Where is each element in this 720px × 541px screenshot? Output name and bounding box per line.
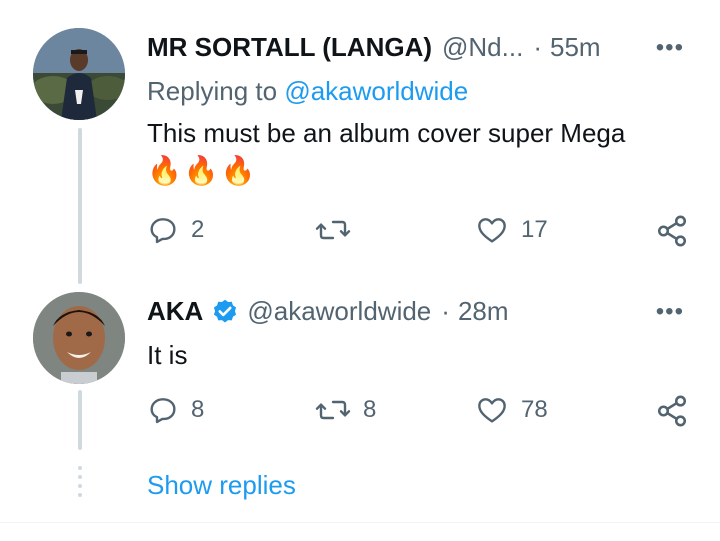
more-options-icon[interactable]: ••• (656, 298, 684, 326)
tweet-time[interactable]: 28m (458, 296, 509, 327)
tweet[interactable]: AKA @akaworldwide · 28m ••• It is 8 8 78 (0, 280, 720, 460)
tweet-header: MR SORTALL (LANGA) @Nd... · 55m (147, 32, 601, 63)
heart-icon (478, 398, 506, 423)
show-replies-link[interactable]: Show replies (147, 470, 296, 501)
share-icon (657, 395, 687, 427)
replying-label: Replying to (147, 76, 278, 106)
reply-icon (150, 218, 176, 244)
share-button[interactable] (655, 394, 689, 428)
separator-dot: · (441, 296, 450, 326)
reply-button[interactable]: 2 (147, 214, 204, 246)
author-handle[interactable]: @Nd... (442, 32, 523, 63)
tweet-text: This must be an album cover super Mega (147, 118, 626, 148)
tweet-header: AKA @akaworldwide · 28m (147, 296, 509, 327)
tweet-text: It is (147, 340, 188, 370)
retweet-count: 8 (363, 396, 377, 423)
reply-icon (150, 398, 176, 424)
reply-count: 2 (191, 216, 205, 243)
avatar[interactable] (33, 28, 125, 120)
verified-badge-icon (214, 299, 237, 322)
author-name[interactable]: AKA (147, 296, 203, 327)
replying-to-mention[interactable]: @akaworldwide (284, 76, 468, 106)
author-name[interactable]: MR SORTALL (LANGA) (147, 32, 432, 63)
retweet-icon (315, 220, 351, 240)
like-count: 78 (521, 396, 548, 423)
share-icon (657, 215, 687, 247)
more-options-icon[interactable]: ••• (656, 34, 684, 62)
tweet-time[interactable]: 55m (550, 32, 601, 63)
retweet-icon (315, 400, 351, 420)
reply-count: 8 (191, 396, 205, 423)
heart-icon (478, 218, 506, 243)
like-button[interactable]: 78 (475, 394, 548, 426)
reply-button[interactable]: 8 (147, 394, 204, 426)
tweet-actions: 2 17 (147, 214, 697, 254)
like-button[interactable]: 17 (475, 214, 548, 246)
tweet-actions: 8 8 78 (147, 394, 697, 434)
author-handle[interactable]: @akaworldwide (247, 296, 431, 327)
thread-dots (78, 466, 82, 497)
retweet-button[interactable]: 8 (315, 394, 376, 426)
retweet-button[interactable] (315, 214, 363, 246)
replying-to: Replying to @akaworldwide (147, 76, 468, 107)
tweet[interactable]: MR SORTALL (LANGA) @Nd... · 55m ••• Repl… (0, 0, 720, 280)
fire-emoji-line: 🔥🔥🔥 (147, 155, 258, 186)
separator-dot: · (533, 32, 542, 62)
avatar[interactable] (33, 292, 125, 384)
divider (0, 522, 720, 523)
share-button[interactable] (655, 214, 689, 248)
like-count: 17 (521, 216, 548, 243)
